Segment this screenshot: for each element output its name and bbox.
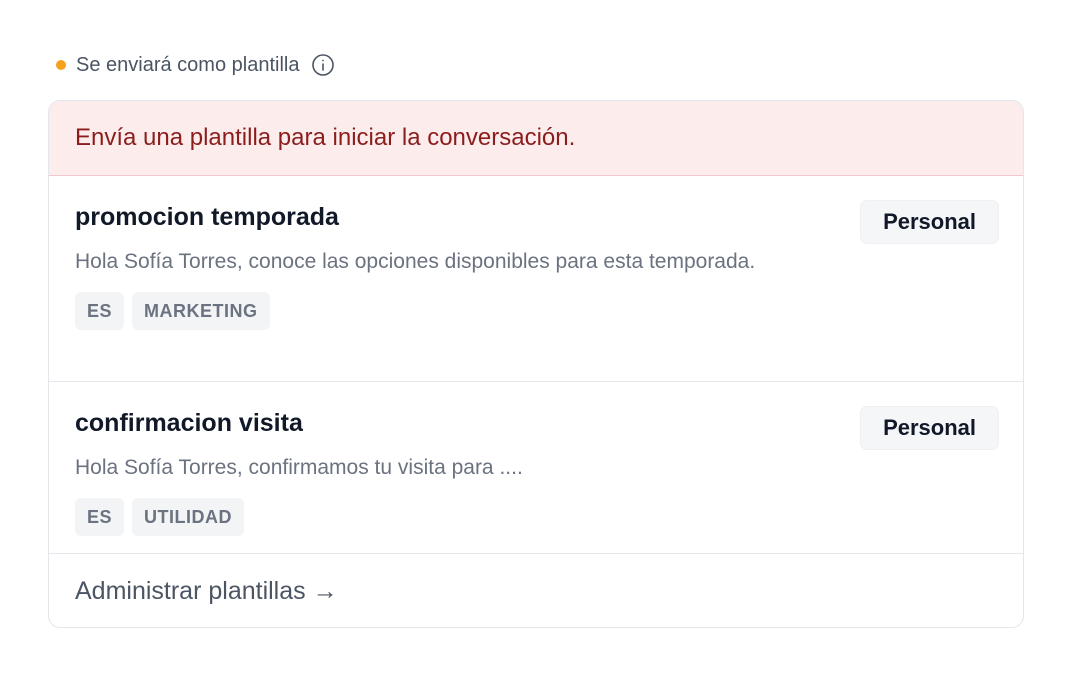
language-tag: ES — [75, 292, 125, 330]
category-tag: MARKETING — [132, 292, 270, 330]
banner-text: Envía una plantilla para iniciar la conv… — [75, 124, 576, 151]
template-name: confirmacion visita — [75, 409, 303, 437]
info-circle-icon[interactable] — [311, 53, 335, 77]
template-selector-card: Envía una plantilla para iniciar la conv… — [48, 100, 1024, 628]
status-dot — [56, 60, 66, 70]
template-item-promocion-temporada[interactable]: promocion temporada Hola Sofía Torres, c… — [49, 176, 1023, 382]
template-tags: ES MARKETING — [75, 292, 997, 330]
template-tags: ES UTILIDAD — [75, 498, 997, 536]
language-tag: ES — [75, 498, 125, 536]
send-as-template-status: Se enviará como plantilla — [56, 52, 335, 78]
category-tag: UTILIDAD — [132, 498, 245, 536]
template-name: promocion temporada — [75, 203, 339, 231]
template-type-badge: Personal — [860, 406, 999, 450]
status-text: Se enviará como plantilla — [76, 53, 300, 76]
template-body: Hola Sofía Torres, conoce las opciones d… — [75, 250, 756, 273]
warning-banner: Envía una plantilla para iniciar la conv… — [49, 101, 1023, 176]
manage-templates-link[interactable]: Administrar plantillas → — [49, 554, 1023, 627]
template-body: Hola Sofía Torres, confirmamos tu visita… — [75, 456, 523, 479]
template-type-badge: Personal — [860, 200, 999, 244]
template-item-confirmacion-visita[interactable]: confirmacion visita Hola Sofía Torres, c… — [49, 382, 1023, 554]
